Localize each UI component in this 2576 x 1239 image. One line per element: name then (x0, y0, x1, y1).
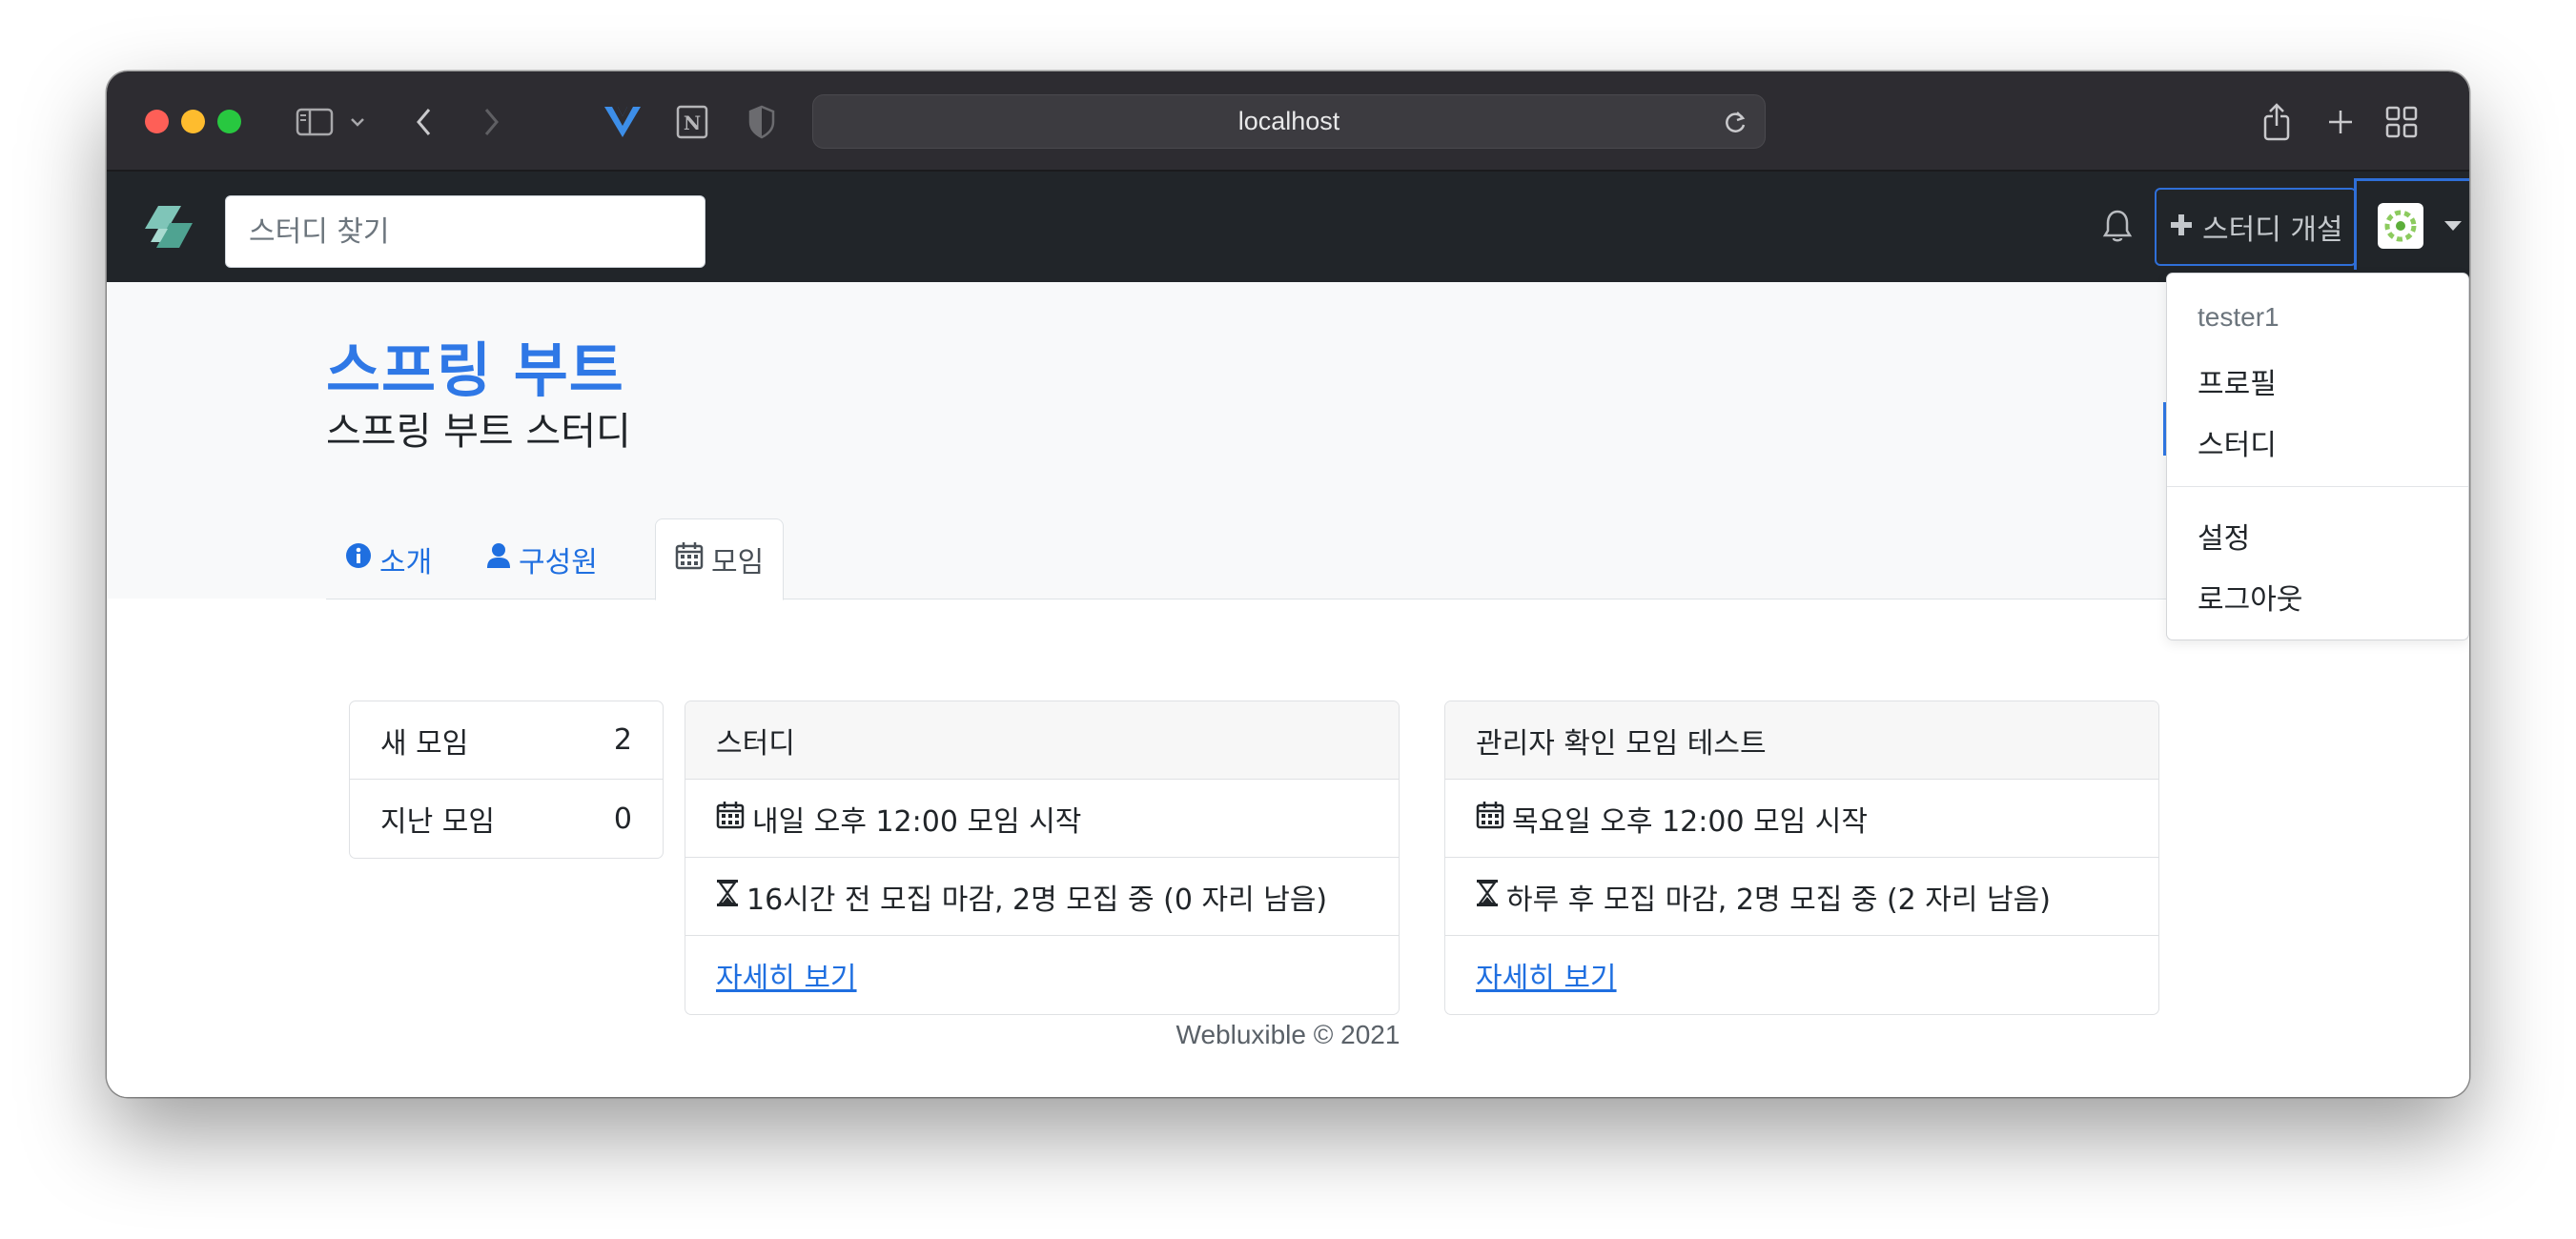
chevron-down-icon[interactable] (349, 104, 366, 140)
tab-members[interactable]: 구성원 (467, 518, 617, 600)
minimize-window-button[interactable] (181, 110, 205, 133)
user-icon (486, 542, 511, 577)
calendar-icon (675, 541, 704, 578)
hourglass-icon (716, 879, 739, 915)
zoom-window-button[interactable] (217, 110, 241, 133)
past-events-label: 지난 모임 (380, 805, 495, 839)
tab-label: 구성원 (519, 546, 598, 579)
event-detail-link[interactable]: 자세히 보기 (1476, 954, 1617, 996)
create-study-label: 스터디 개설 (2202, 213, 2343, 247)
app-navbar: 스터디 개설 (107, 172, 2469, 282)
profile-dropdown-menu: tester1 프로필 스터디 설정 로그아웃 (2166, 273, 2469, 640)
info-circle-icon (345, 542, 372, 577)
sidebar-toggle-icon[interactable] (296, 104, 334, 140)
event-title: 스터디 (685, 701, 1399, 780)
event-title-text: 관리자 확인 모임 테스트 (1476, 726, 1767, 761)
event-title-text: 스터디 (716, 726, 795, 761)
event-card: 관리자 확인 모임 테스트 목요일 오후 12:00 모임 시작 하루 후 모집… (1444, 701, 2159, 1015)
notification-bell-icon[interactable] (2102, 208, 2133, 248)
calendar-icon (1476, 801, 1504, 837)
avatar (2378, 202, 2423, 249)
address-url: localhost (1237, 107, 1340, 135)
event-summary-list: 새 모임 2 지난 모임 0 (349, 701, 664, 859)
reload-icon[interactable] (1723, 109, 1748, 139)
privacy-shield-icon[interactable] (747, 104, 776, 140)
event-deadline: 16시간 전 모집 마감, 2명 모집 중 (0 자리 남음) (685, 858, 1399, 936)
tab-label: 소개 (379, 546, 433, 579)
menu-item-settings[interactable]: 설정 (2198, 515, 2250, 557)
event-start-text: 내일 오후 12:00 모임 시작 (752, 804, 1082, 839)
plus-icon (2170, 211, 2193, 244)
new-events-count: 2 (613, 723, 632, 757)
browser-titlebar: N localhost (107, 71, 2469, 172)
vue-extension-icon[interactable] (603, 104, 643, 140)
event-start: 내일 오후 12:00 모임 시작 (685, 780, 1399, 858)
calendar-icon (716, 801, 745, 837)
share-icon[interactable] (2261, 103, 2292, 141)
event-start-text: 목요일 오후 12:00 모임 시작 (1512, 804, 1868, 839)
back-arrow-icon[interactable] (414, 104, 435, 140)
browser-window: N localhost 스터디 찾기 스터디 개설 스프링 부트 스프링 부트 … (107, 71, 2469, 1097)
page-content: 스프링 부트 스프링 부트 스터디 소개 구성원 모임 새 모임 2 지난 모임… (107, 282, 2469, 1097)
forward-arrow-icon[interactable] (480, 104, 501, 140)
past-events-count: 0 (613, 802, 632, 836)
menu-item-study[interactable]: 스터디 (2198, 421, 2277, 463)
list-item-new-events[interactable]: 새 모임 2 (350, 701, 663, 780)
menu-item-profile[interactable]: 프로필 (2198, 360, 2277, 402)
event-deadline-text: 16시간 전 모집 마감, 2명 모집 중 (0 자리 남음) (746, 883, 1328, 917)
tab-events[interactable]: 모임 (655, 518, 785, 600)
study-tabs: 소개 구성원 모임 (326, 518, 2263, 600)
dropdown-username: tester1 (2198, 302, 2280, 332)
address-bar[interactable]: localhost (812, 94, 1766, 149)
dropdown-divider (2167, 486, 2468, 487)
new-events-label: 새 모임 (380, 726, 469, 761)
study-title[interactable]: 스프링 부트 (326, 322, 624, 408)
notion-extension-icon[interactable]: N (675, 104, 709, 140)
svg-text:N: N (684, 112, 701, 134)
tab-overview-icon[interactable] (2385, 104, 2418, 140)
event-deadline: 하루 후 모집 마감, 2명 모집 중 (2 자리 남음) (1445, 858, 2158, 936)
hourglass-icon (1476, 879, 1499, 915)
list-item-past-events[interactable]: 지난 모임 0 (350, 780, 663, 858)
study-subtitle: 스프링 부트 스터디 (326, 410, 631, 454)
event-deadline-text: 하루 후 모집 마감, 2명 모집 중 (2 자리 남음) (1506, 883, 2051, 917)
event-detail: 자세히 보기 (1445, 936, 2158, 1014)
app-logo[interactable] (139, 200, 194, 259)
menu-item-logout[interactable]: 로그아웃 (2198, 576, 2302, 618)
event-start: 목요일 오후 12:00 모임 시작 (1445, 780, 2158, 858)
event-detail: 자세히 보기 (685, 936, 1399, 1014)
tab-label: 모임 (711, 546, 765, 579)
event-title: 관리자 확인 모임 테스트 (1445, 701, 2158, 780)
event-card: 스터디 내일 오후 12:00 모임 시작 16시간 전 모집 마감, 2명 모… (685, 701, 1400, 1015)
tab-intro[interactable]: 소개 (326, 518, 451, 600)
footer-text: Webluxible © 2021 (1176, 1020, 1400, 1049)
profile-menu-toggle[interactable] (2354, 178, 2469, 270)
caret-down-icon (2444, 220, 2462, 231)
close-window-button[interactable] (145, 110, 169, 133)
new-tab-plus-icon[interactable] (2326, 104, 2355, 140)
event-detail-link[interactable]: 자세히 보기 (716, 954, 857, 996)
study-search-input[interactable] (225, 195, 705, 268)
create-study-button[interactable]: 스터디 개설 (2155, 188, 2357, 266)
